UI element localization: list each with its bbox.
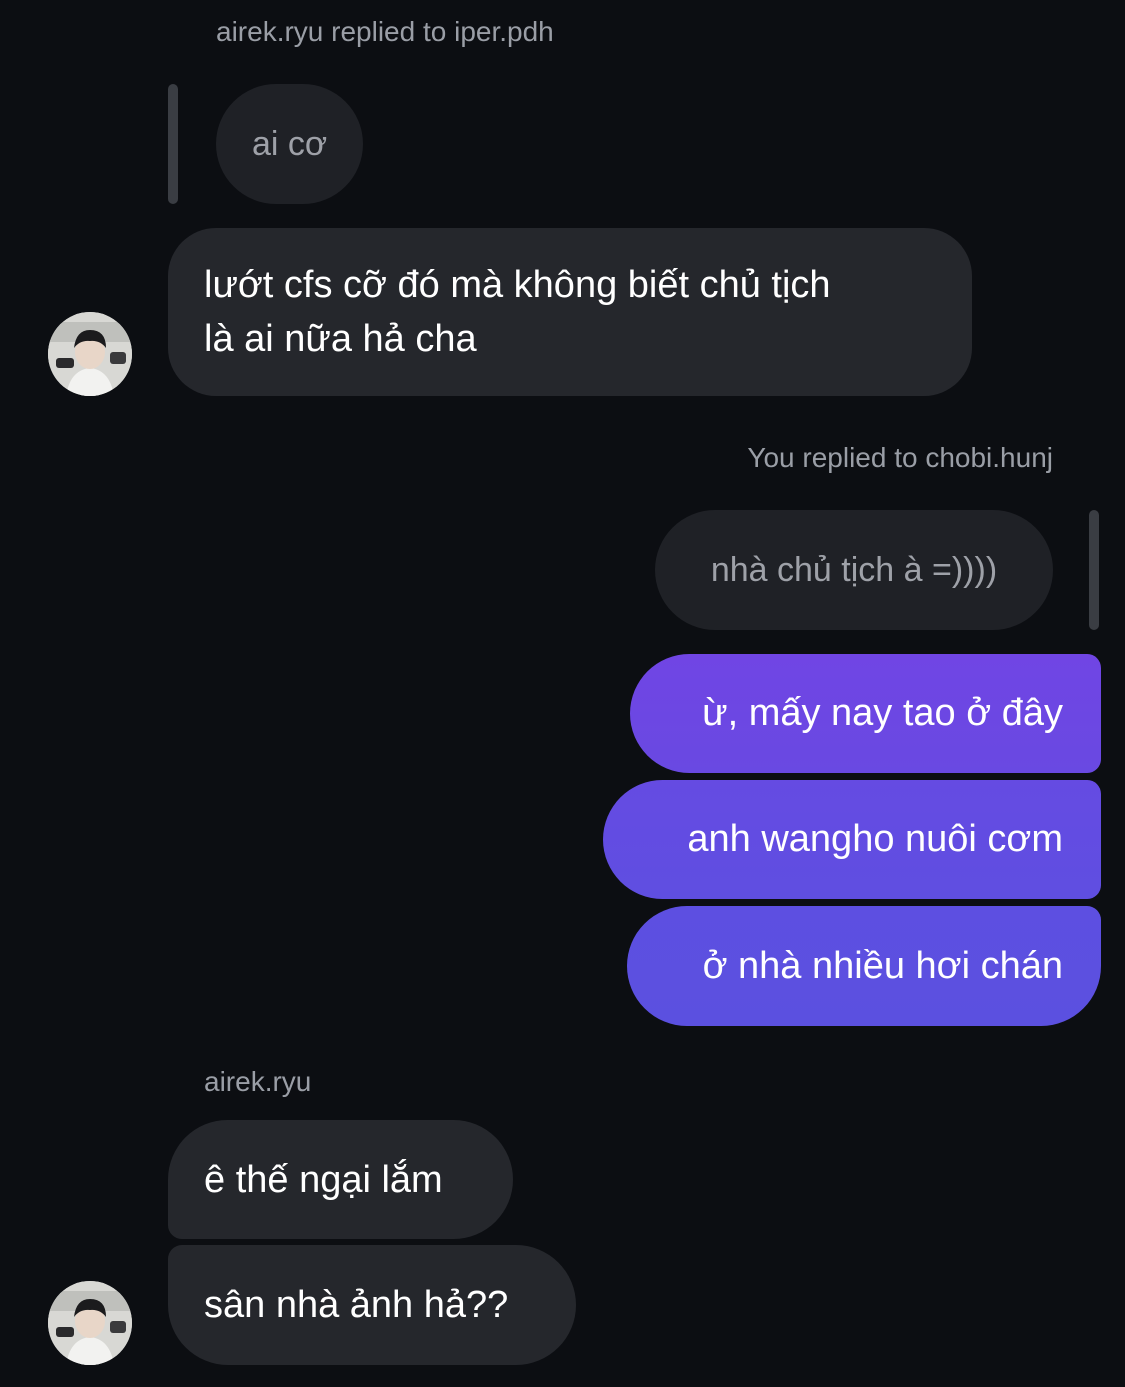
- message-text: sân nhà ảnh hả??: [204, 1284, 509, 1326]
- reply-quote-bar: [1089, 510, 1099, 630]
- sender-avatar[interactable]: [48, 1281, 132, 1365]
- sender-name: airek.ryu: [204, 1066, 312, 1097]
- reply-header: You replied to chobi.hunj: [747, 442, 1053, 473]
- incoming-message[interactable]: lướt cfs cỡ đó mà không biết chủ tịch là…: [168, 228, 972, 396]
- message-text-line: lướt cfs cỡ đó mà không biết chủ tịch: [204, 264, 831, 306]
- incoming-message[interactable]: sân nhà ảnh hả??: [168, 1245, 576, 1365]
- message-text-line: là ai nữa hả cha: [204, 318, 477, 360]
- quoted-message-text: ai cơ: [252, 124, 328, 163]
- quoted-message-text: nhà chủ tịch à =)))): [710, 550, 998, 589]
- outgoing-message[interactable]: ừ, mấy nay tao ở đây: [630, 654, 1101, 773]
- message-text: ê thế ngại lắm: [204, 1158, 443, 1201]
- message-text: ừ, mấy nay tao ở đây: [702, 692, 1063, 734]
- reply-header: airek.ryu replied to iper.pdh: [216, 16, 554, 47]
- message-text: ở nhà nhiều hơi chán: [702, 944, 1063, 987]
- message-thread: airek.ryu replied to iper.pdh ai cơ lướt…: [0, 0, 1125, 1387]
- incoming-message[interactable]: ê thế ngại lắm: [168, 1120, 513, 1239]
- avatar-photo: [48, 1281, 132, 1365]
- quoted-message[interactable]: nhà chủ tịch à =)))): [655, 510, 1053, 630]
- sender-avatar[interactable]: [48, 312, 132, 396]
- outgoing-message[interactable]: anh wangho nuôi cơm: [603, 780, 1101, 899]
- avatar-photo: [48, 312, 132, 396]
- outgoing-message[interactable]: ở nhà nhiều hơi chán: [627, 906, 1101, 1026]
- reply-quote-bar: [168, 84, 178, 204]
- message-text: anh wangho nuôi cơm: [687, 818, 1063, 860]
- quoted-message[interactable]: ai cơ: [216, 84, 364, 204]
